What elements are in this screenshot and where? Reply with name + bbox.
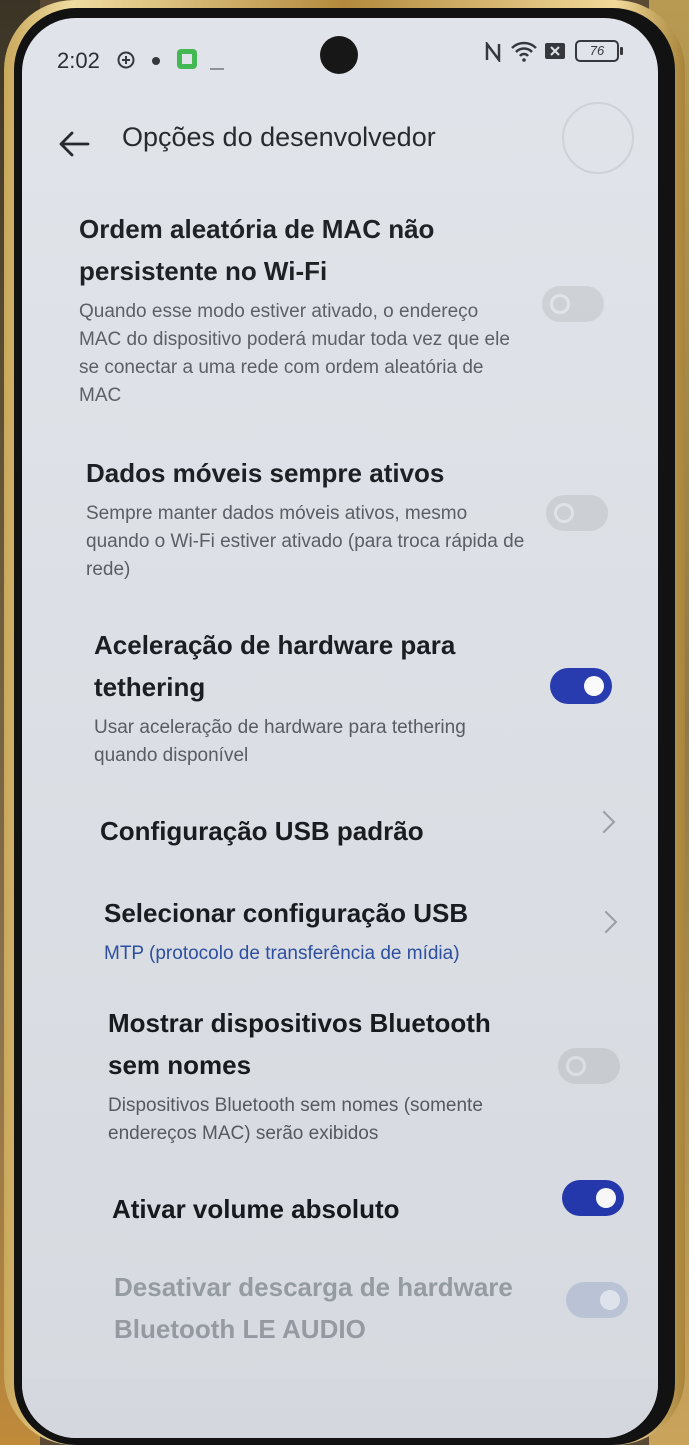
setting-disable-le-audio-offload: Desativar descarga de hardware Bluetooth… <box>114 1266 534 1350</box>
page-title: Opções do desenvolvedor <box>122 122 436 152</box>
setting-description: Sempre manter dados móveis ativos, mesmo… <box>86 503 525 580</box>
setting-title: Ativar volume absoluto <box>112 1194 400 1224</box>
setting-title: Mostrar dispositivos Bluetooth sem nomes <box>108 1008 491 1080</box>
setting-title: Aceleração de hardware para tethering <box>94 630 456 702</box>
unnamed-bluetooth-toggle[interactable] <box>558 1048 620 1084</box>
toggle-knob <box>596 1188 616 1208</box>
phone-screen: 2:02 76 Opções do desenvolvedor Ordem al… <box>22 18 658 1438</box>
mobile-data-toggle[interactable] <box>546 495 608 531</box>
toggle-knob <box>566 1056 586 1076</box>
back-arrow-icon <box>59 131 90 157</box>
status-time: 2:02 <box>57 48 100 73</box>
setting-show-unnamed-bluetooth[interactable]: Mostrar dispositivos Bluetooth sem nomes… <box>108 1002 548 1148</box>
back-button[interactable] <box>56 126 92 162</box>
toggle-knob <box>550 294 570 314</box>
setting-mac-randomization[interactable]: Ordem aleatória de MAC não persistente n… <box>79 208 519 410</box>
setting-title: Configuração USB padrão <box>100 816 424 846</box>
setting-tethering-hw-acceleration[interactable]: Aceleração de hardware para tethering Us… <box>94 624 514 770</box>
toggle-knob <box>600 1290 620 1310</box>
setting-title: Dados móveis sempre ativos <box>86 458 445 488</box>
setting-select-usb-configuration[interactable]: Selecionar configuração USB MTP (protoco… <box>104 892 564 968</box>
notification-dot-icon <box>150 54 162 72</box>
setting-description: Dispositivos Bluetooth sem nomes (soment… <box>108 1095 483 1144</box>
mac-randomization-toggle[interactable] <box>542 286 604 322</box>
absolute-volume-toggle[interactable] <box>562 1180 624 1216</box>
le-audio-offload-toggle <box>566 1282 628 1318</box>
setting-title: Selecionar configuração USB <box>104 898 469 928</box>
app-notification-icon <box>176 48 198 75</box>
more-notifications-icon <box>210 58 224 76</box>
navigation-bar <box>22 1378 658 1438</box>
wifi-icon <box>510 40 538 67</box>
setting-title: Desativar descarga de hardware Bluetooth… <box>114 1272 513 1344</box>
setting-default-usb-configuration[interactable]: Configuração USB padrão <box>100 810 540 852</box>
toggle-knob <box>584 676 604 696</box>
no-sim-icon <box>544 42 566 65</box>
nfc-icon <box>484 40 502 67</box>
battery-indicator: 76 <box>575 40 623 62</box>
avatar[interactable] <box>562 102 634 174</box>
setting-description: Usar aceleração de hardware para tetheri… <box>94 717 466 766</box>
setting-absolute-volume[interactable]: Ativar volume absoluto <box>112 1188 532 1230</box>
chevron-right-icon <box>594 910 618 934</box>
toggle-knob <box>554 503 574 523</box>
setting-description: MTP (protocolo de transferência de mídia… <box>104 943 460 964</box>
setting-mobile-data-always-on[interactable]: Dados móveis sempre ativos Sempre manter… <box>86 452 526 584</box>
setting-description: Quando esse modo estiver ativado, o ende… <box>79 301 510 406</box>
front-camera <box>320 36 358 74</box>
chevron-right-icon <box>592 810 616 834</box>
tethering-acceleration-toggle[interactable] <box>550 668 612 704</box>
status-bar: 2:02 76 <box>22 18 658 98</box>
vpn-icon <box>116 50 136 75</box>
setting-title: Ordem aleatória de MAC não persistente n… <box>79 214 435 286</box>
